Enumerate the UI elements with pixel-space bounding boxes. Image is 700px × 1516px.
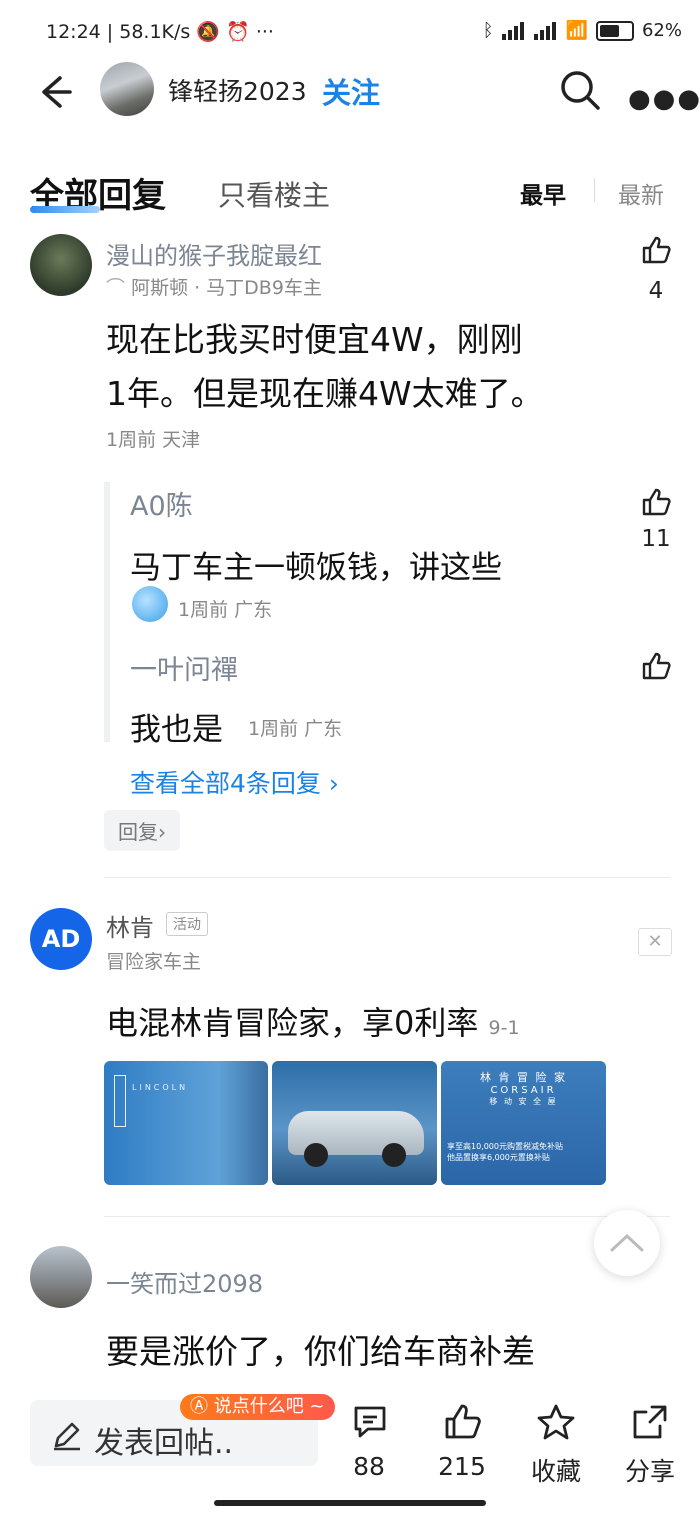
commenter-avatar[interactable]: [30, 1246, 92, 1308]
battery-percent: 62%: [641, 20, 682, 41]
star-icon[interactable]: [536, 1402, 576, 1442]
sort-newest[interactable]: 最新: [618, 176, 664, 210]
ad-avatar[interactable]: AD: [30, 908, 92, 970]
like-icon[interactable]: [640, 650, 672, 682]
share-icon[interactable]: [630, 1402, 670, 1442]
sub-reply-name[interactable]: A0陈: [130, 484, 193, 523]
more-options-icon[interactable]: ●●●: [628, 84, 700, 114]
active-tab-indicator: [30, 206, 100, 213]
home-indicator: [214, 1500, 486, 1506]
comment-text-line: 1年。但是现在赚4W太难了。: [106, 374, 544, 413]
reply-input-placeholder[interactable]: 发表回帖..: [94, 1418, 233, 1462]
sub-reply-text: 我也是: [130, 712, 223, 748]
ad-image-1[interactable]: LINCOLN: [104, 1061, 268, 1185]
view-all-replies-link[interactable]: 查看全部4条回复 ›: [130, 764, 339, 800]
status-bar: 12:24 | 58.1K/s 🔕 ⏰ ··· ᛒ 📶 62%: [0, 0, 700, 64]
like-count[interactable]: 215: [422, 1452, 502, 1481]
alarm-icon: ⏰: [226, 21, 250, 43]
share-button[interactable]: 分享: [610, 1452, 690, 1488]
scroll-to-top-button[interactable]: [594, 1210, 660, 1276]
status-time-speed: 12:24 | 58.1K/s 🔕 ⏰ ···: [46, 21, 274, 43]
wifi-icon: 📶: [565, 20, 588, 41]
sub-reply-meta: 1周前 广东: [178, 599, 273, 621]
status-right: ᛒ 📶 62%: [483, 20, 682, 41]
car-wheel: [304, 1143, 328, 1167]
author-avatar[interactable]: [100, 62, 154, 116]
like-icon[interactable]: [442, 1402, 482, 1442]
commenter-avatar[interactable]: [30, 234, 92, 296]
car-brand-icon: ⌒: [106, 277, 126, 299]
follow-button[interactable]: 关注: [322, 70, 380, 112]
favorite-button[interactable]: 收藏: [516, 1452, 596, 1488]
car-wheel: [382, 1143, 406, 1167]
more-notifications-icon: ···: [255, 21, 274, 43]
sub-reply-meta: 1周前 广东: [248, 718, 343, 740]
chevron-up-icon: [610, 1233, 644, 1252]
emoji-icon: [132, 586, 168, 622]
comment-text-line: 要是涨价了，你们给车商补差: [106, 1332, 535, 1371]
sub-reply-bar: [104, 482, 110, 742]
comment-icon[interactable]: [350, 1402, 390, 1442]
comment-meta: 1周前 天津: [106, 429, 201, 451]
comment-count[interactable]: 88: [329, 1452, 409, 1481]
like-icon[interactable]: [640, 486, 672, 518]
like-count: 11: [641, 526, 671, 552]
divider: [104, 1216, 670, 1217]
signal-icon-2: [533, 21, 558, 40]
ad-brand-text: LINCOLN: [132, 1083, 189, 1092]
bubble-icon: Ⓐ: [190, 1396, 208, 1417]
lincoln-logo-icon: [114, 1075, 126, 1127]
comment-text-line: 现在比我买时便宜4W，刚刚: [106, 320, 523, 359]
ad-img3-title: 林 肯 冒 险 家: [480, 1071, 567, 1084]
reply-button[interactable]: 回复›: [104, 810, 180, 851]
ad-tag: 活动: [166, 912, 208, 936]
owner-badge: ⌒ 阿斯顿 · 马丁DB9车主: [106, 277, 322, 299]
signal-icon: [501, 21, 526, 40]
mute-icon: 🔕: [196, 21, 221, 43]
sort-earliest[interactable]: 最早: [520, 176, 566, 210]
like-count: 4: [648, 278, 664, 304]
sub-reply-text: 马丁车主一顿饭钱，讲这些: [130, 550, 502, 586]
ad-image-3[interactable]: 林 肯 冒 险 家 CORSAIR 移 动 安 全 屋 享至高10,000元购置…: [441, 1061, 606, 1185]
pen-icon: [54, 1422, 80, 1451]
commenter-name[interactable]: 一笑而过2098: [106, 1264, 263, 1299]
ad-img3-sub2: 移 动 安 全 屋: [489, 1097, 558, 1106]
author-name[interactable]: 锋轻扬2023: [168, 72, 307, 108]
ad-headline: 电混林肯冒险家，享0利率 9-1: [106, 1004, 520, 1042]
like-icon[interactable]: [640, 234, 672, 266]
search-icon[interactable]: [558, 68, 602, 112]
tab-host-only[interactable]: 只看楼主: [218, 174, 330, 214]
ad-close-button[interactable]: ✕: [638, 928, 672, 956]
back-arrow-icon[interactable]: [30, 70, 74, 114]
sort-divider: [594, 178, 595, 202]
ad-name[interactable]: 林肯: [106, 908, 154, 943]
battery-icon: [595, 20, 634, 41]
commenter-name[interactable]: 漫山的猴子我腚最红: [106, 236, 322, 271]
divider: [104, 877, 670, 878]
prompt-bubble: Ⓐ 说点什么吧 ~: [180, 1394, 335, 1420]
ad-img3-offer2: 他品置换享6,000元置换补贴: [447, 1153, 550, 1162]
ad-subtitle: 冒险家车主: [106, 951, 202, 973]
ad-image-2[interactable]: [272, 1061, 437, 1185]
sub-reply-name[interactable]: 一叶问禪: [130, 648, 238, 687]
ad-img3-offer1: 享至高10,000元购置税减免补贴: [447, 1142, 563, 1151]
ad-img3-sub: CORSAIR: [490, 1085, 557, 1096]
bluetooth-icon: ᛒ: [482, 20, 494, 41]
